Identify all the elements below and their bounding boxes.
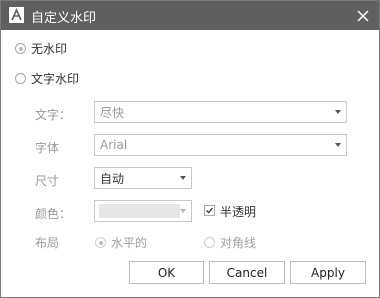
close-icon: [357, 10, 369, 22]
layout-diagonal-radio[interactable]: [204, 237, 215, 248]
chevron-down-icon: [180, 176, 186, 180]
no-watermark-label: 无水印: [31, 42, 68, 56]
layout-field-label: 布局: [35, 236, 60, 250]
custom-watermark-dialog: 自定义水印 无水印 文字水印 文字： 尽快 字体 Arial 尺寸 自动 颜色：: [0, 0, 380, 298]
font-field-label: 字体: [35, 141, 60, 155]
no-watermark-radio[interactable]: [15, 43, 26, 54]
text-field-label: 文字：: [35, 108, 72, 122]
ok-button[interactable]: OK: [129, 261, 204, 284]
size-field-label: 尺寸: [35, 174, 60, 188]
title-bar: 自定义水印: [1, 1, 379, 30]
text-value: 尽快: [100, 105, 125, 120]
color-select[interactable]: [94, 200, 192, 222]
apply-button[interactable]: Apply: [290, 261, 366, 284]
semi-transparent-label: 半透明: [220, 205, 257, 219]
size-value: 自动: [100, 171, 125, 186]
text-watermark-option[interactable]: 文字水印: [15, 70, 79, 87]
check-icon: [206, 207, 213, 214]
dialog-title: 自定义水印: [31, 11, 97, 26]
chevron-down-icon: [180, 209, 186, 213]
chevron-down-icon: [335, 110, 341, 114]
layout-horizontal-option[interactable]: 水平的: [95, 234, 147, 251]
cancel-button[interactable]: Cancel: [209, 261, 285, 284]
chevron-down-icon: [335, 143, 341, 147]
text-watermark-radio[interactable]: [15, 73, 26, 84]
watermark-app-icon: [9, 7, 24, 23]
layout-diagonal-label: 对角线: [220, 236, 257, 250]
font-select[interactable]: Arial: [94, 134, 347, 156]
color-field-label: 颜色：: [35, 207, 72, 221]
layout-diagonal-option[interactable]: 对角线: [204, 234, 256, 251]
close-button[interactable]: [353, 6, 373, 26]
text-watermark-label: 文字水印: [31, 72, 80, 86]
no-watermark-option[interactable]: 无水印: [15, 40, 67, 57]
semi-transparent-checkbox[interactable]: [204, 205, 215, 216]
size-select[interactable]: 自动: [94, 167, 192, 189]
color-swatch: [99, 204, 180, 218]
layout-horizontal-label: 水平的: [111, 236, 148, 250]
font-value: Arial: [100, 138, 128, 152]
layout-horizontal-radio[interactable]: [95, 237, 106, 248]
text-select[interactable]: 尽快: [94, 101, 347, 123]
